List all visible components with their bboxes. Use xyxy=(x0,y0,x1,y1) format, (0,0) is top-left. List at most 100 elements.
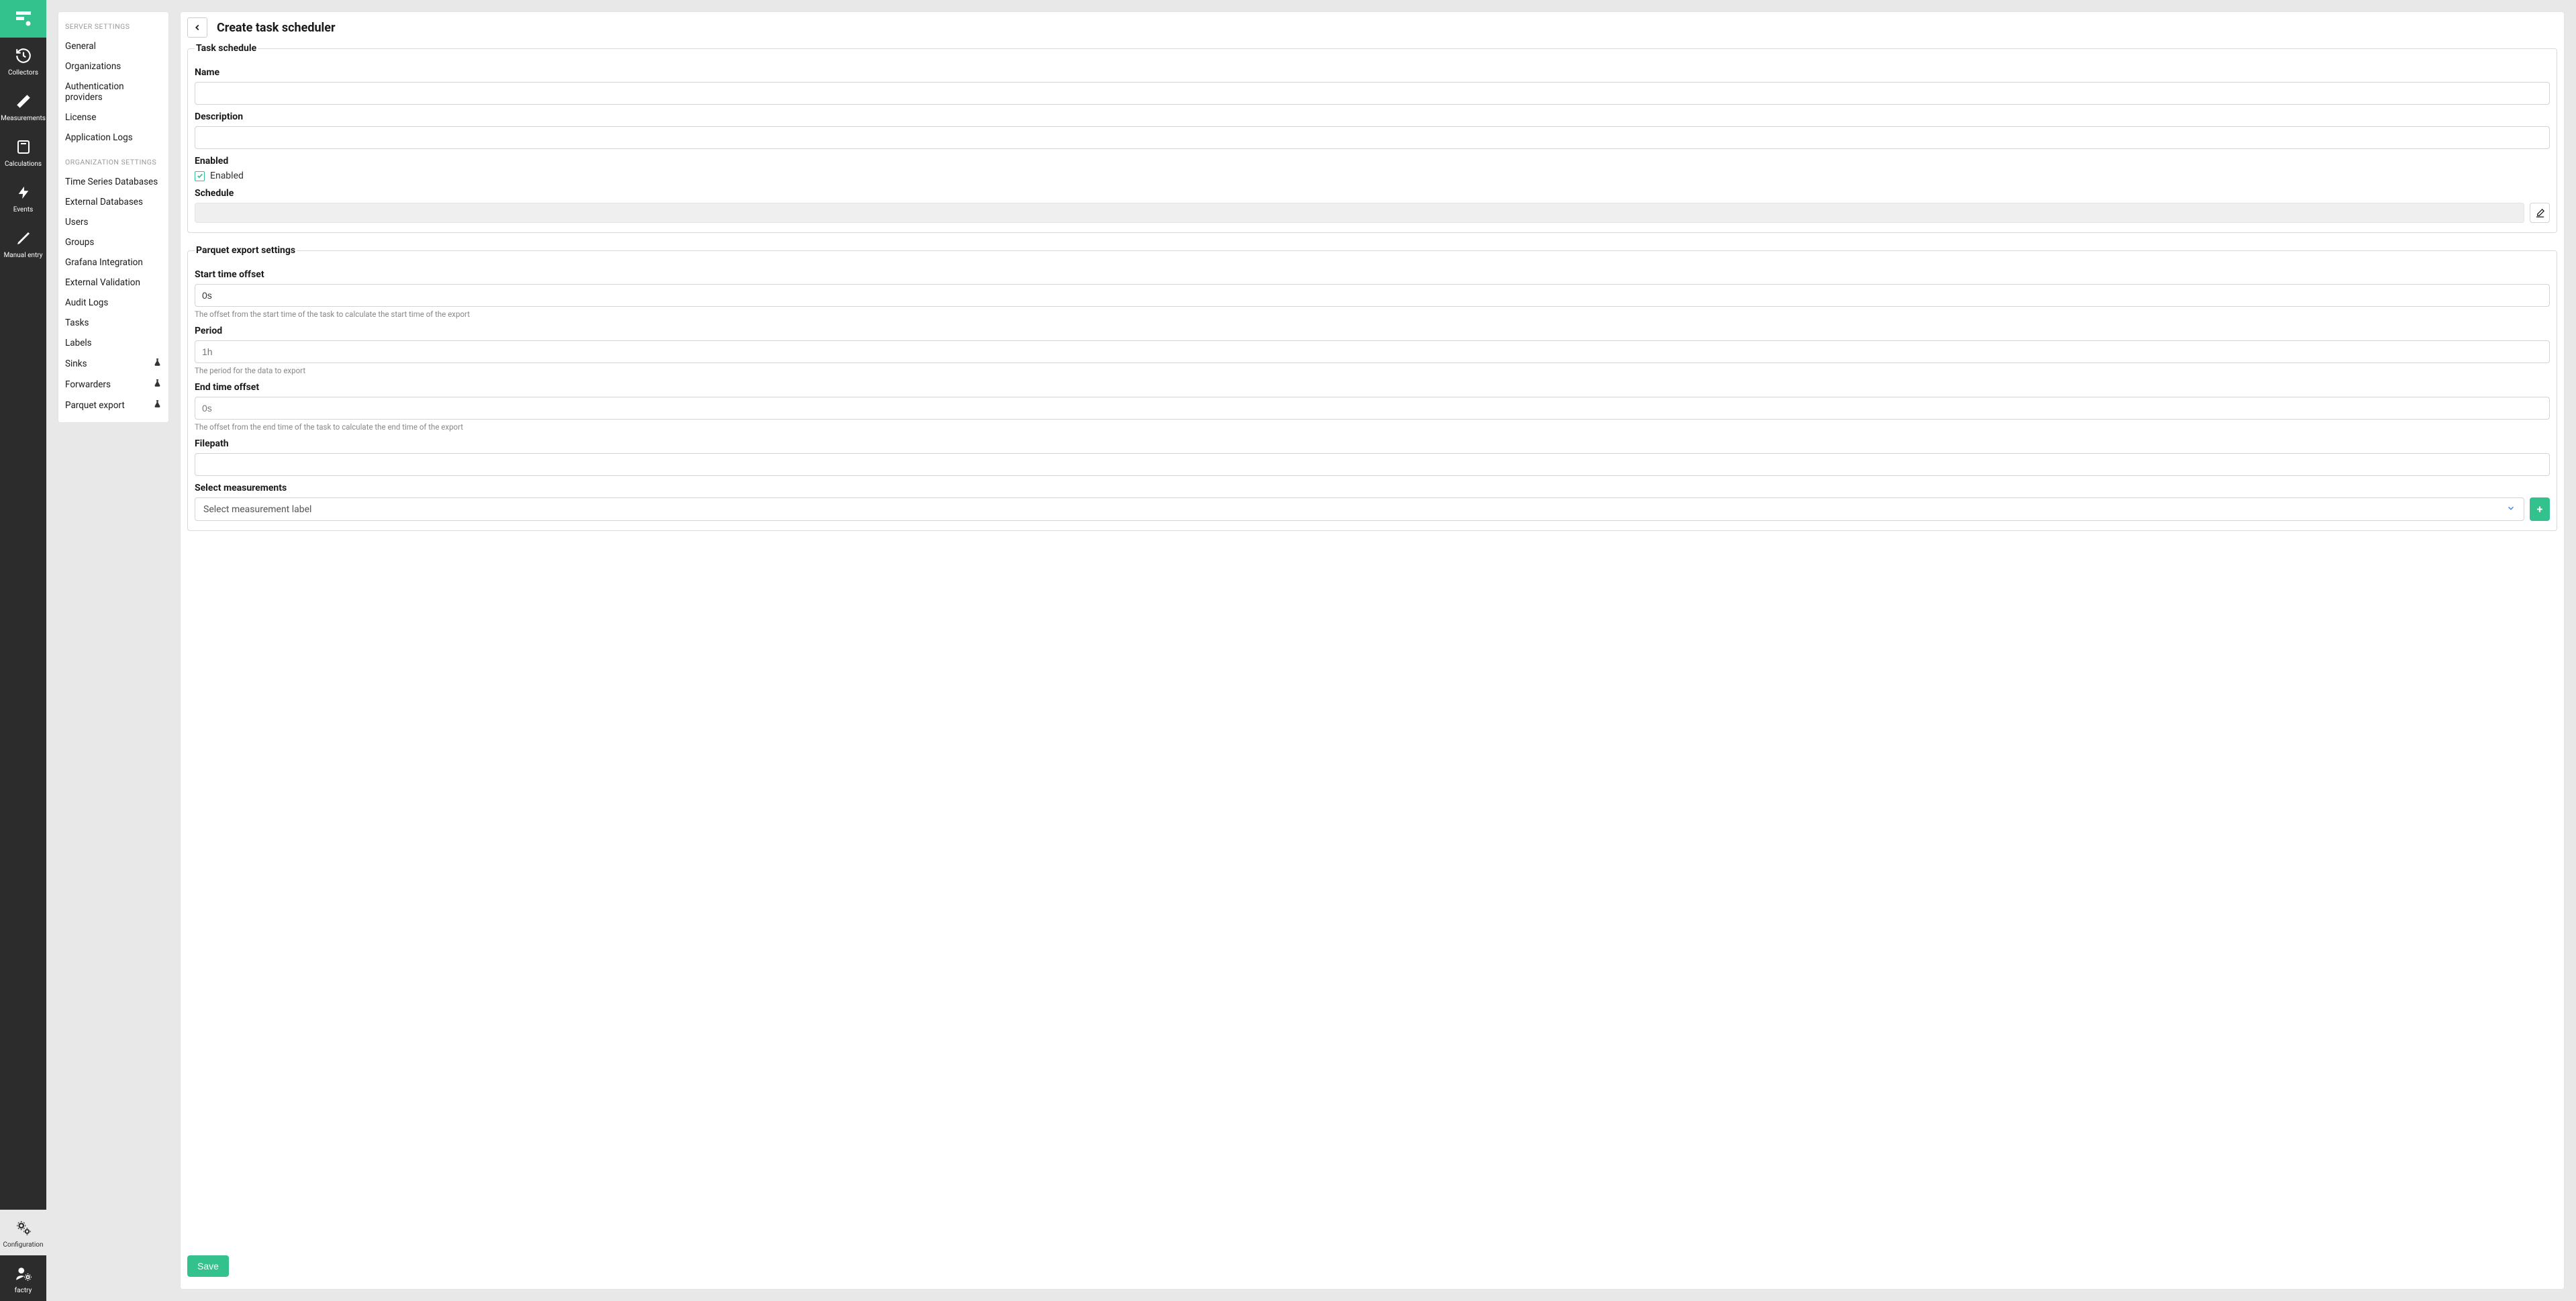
description-label: Description xyxy=(195,111,2550,122)
flask-icon xyxy=(153,358,162,369)
nav-collectors[interactable]: Collectors xyxy=(0,38,46,83)
sidebar-item-label: Labels xyxy=(65,338,92,348)
app-logo[interactable] xyxy=(0,0,46,38)
sidebar-item-users[interactable]: Users xyxy=(58,212,168,232)
sidebar-item-general[interactable]: General xyxy=(58,36,168,56)
sidebar-item-label: License xyxy=(65,112,96,123)
sidebar-item-label: Grafana Integration xyxy=(65,257,143,268)
sidebar-item-authentication-providers[interactable]: Authentication providers xyxy=(58,77,168,107)
sidebar-item-organizations[interactable]: Organizations xyxy=(58,56,168,77)
select-measurements-label: Select measurements xyxy=(195,483,2550,493)
page-title: Create task scheduler xyxy=(217,21,336,35)
sidebar-item-label: External Databases xyxy=(65,197,143,207)
name-label: Name xyxy=(195,67,2550,78)
start-offset-input[interactable] xyxy=(195,284,2550,307)
nav-events[interactable]: Events xyxy=(0,175,46,220)
sidebar-item-label: Sinks xyxy=(65,358,87,369)
nav-label: Manual entry xyxy=(4,252,43,259)
ruler-icon xyxy=(15,92,32,111)
task-schedule-legend: Task schedule xyxy=(195,43,258,54)
org-settings-header: ORGANIZATION SETTINGS xyxy=(58,148,168,172)
plus-icon: + xyxy=(2537,503,2543,516)
pencil-icon xyxy=(15,229,32,248)
sidebar-item-label: Authentication providers xyxy=(65,81,162,103)
calculator-icon xyxy=(15,138,32,156)
description-input[interactable] xyxy=(195,126,2550,149)
chevron-left-icon xyxy=(193,23,202,32)
period-help: The period for the data to export xyxy=(195,366,2550,375)
sidebar-item-external-validation[interactable]: External Validation xyxy=(58,273,168,293)
sidebar-item-label: Users xyxy=(65,217,88,228)
history-icon xyxy=(15,46,32,65)
select-placeholder: Select measurement label xyxy=(203,504,311,515)
name-input[interactable] xyxy=(195,82,2550,105)
nav-configuration[interactable]: Configuration xyxy=(0,1210,46,1255)
edit-schedule-button[interactable] xyxy=(2530,203,2550,223)
nav-label: Configuration xyxy=(3,1241,44,1249)
measurements-select[interactable]: Select measurement label xyxy=(195,497,2524,521)
filepath-input[interactable] xyxy=(195,453,2550,476)
sidebar-item-label: Application Logs xyxy=(65,132,133,143)
sidebar-item-label: Organizations xyxy=(65,61,121,72)
settings-sidebar: SERVER SETTINGS General Organizations Au… xyxy=(58,12,168,422)
parquet-settings-fieldset: Parquet export settings Start time offse… xyxy=(187,245,2557,531)
sidebar-item-label: Time Series Databases xyxy=(65,177,158,187)
start-offset-help: The offset from the start time of the ta… xyxy=(195,309,2550,319)
enabled-label: Enabled xyxy=(195,156,2550,166)
sidebar-item-labels[interactable]: Labels xyxy=(58,333,168,353)
sidebar-item-label: Groups xyxy=(65,237,94,248)
logo-icon xyxy=(13,9,34,29)
nav-measurements[interactable]: Measurements xyxy=(0,83,46,129)
sidebar-item-tasks[interactable]: Tasks xyxy=(58,313,168,333)
sidebar-item-label: External Validation xyxy=(65,277,140,288)
sidebar-item-tsdb[interactable]: Time Series Databases xyxy=(58,172,168,192)
nav-label: Measurements xyxy=(1,115,46,122)
period-label: Period xyxy=(195,326,2550,336)
icon-nav: Collectors Measurements Calculations Eve… xyxy=(0,0,46,1301)
nav-manual-entry[interactable]: Manual entry xyxy=(0,220,46,266)
end-offset-input[interactable] xyxy=(195,397,2550,420)
add-measurement-button[interactable]: + xyxy=(2530,497,2550,521)
main-card: Create task scheduler Task schedule Name… xyxy=(181,12,2564,1289)
server-settings-header: SERVER SETTINGS xyxy=(58,12,168,36)
task-schedule-fieldset: Task schedule Name Description Enabled xyxy=(187,43,2557,233)
enabled-checkbox[interactable] xyxy=(195,171,205,181)
start-offset-label: Start time offset xyxy=(195,269,2550,280)
enabled-checkbox-label: Enabled xyxy=(210,171,244,181)
nav-label: Calculations xyxy=(5,160,42,168)
main-header: Create task scheduler xyxy=(181,12,2564,43)
sidebar-item-application-logs[interactable]: Application Logs xyxy=(58,128,168,148)
sidebar-item-sinks[interactable]: Sinks xyxy=(58,353,168,374)
period-input[interactable] xyxy=(195,340,2550,363)
user-gear-icon xyxy=(15,1264,32,1283)
sidebar-item-label: Audit Logs xyxy=(65,297,108,308)
nav-factry[interactable]: factry xyxy=(0,1255,46,1301)
sidebar-item-forwarders[interactable]: Forwarders xyxy=(58,374,168,395)
parquet-legend: Parquet export settings xyxy=(195,245,297,256)
nav-calculations[interactable]: Calculations xyxy=(0,129,46,175)
schedule-display xyxy=(195,203,2524,223)
sidebar-item-audit-logs[interactable]: Audit Logs xyxy=(58,293,168,313)
save-button[interactable]: Save xyxy=(187,1255,229,1277)
sidebar-item-external-databases[interactable]: External Databases xyxy=(58,192,168,212)
gears-icon xyxy=(15,1218,32,1237)
flask-icon xyxy=(153,399,162,411)
end-offset-label: End time offset xyxy=(195,382,2550,393)
sidebar-item-parquet-export[interactable]: Parquet export xyxy=(58,395,168,416)
sidebar-item-license[interactable]: License xyxy=(58,107,168,128)
sidebar-item-grafana[interactable]: Grafana Integration xyxy=(58,252,168,273)
nav-label: Collectors xyxy=(8,69,38,77)
end-offset-help: The offset from the end time of the task… xyxy=(195,422,2550,432)
check-icon xyxy=(197,173,203,179)
sidebar-item-groups[interactable]: Groups xyxy=(58,232,168,252)
sidebar-item-label: Tasks xyxy=(65,318,89,328)
sidebar-item-label: General xyxy=(65,41,96,52)
sidebar-item-label: Forwarders xyxy=(65,379,111,390)
flask-icon xyxy=(153,379,162,390)
bolt-icon xyxy=(16,183,31,202)
edit-icon xyxy=(2535,208,2545,218)
sidebar-item-label: Parquet export xyxy=(65,400,125,411)
back-button[interactable] xyxy=(187,17,207,38)
nav-label: factry xyxy=(15,1287,32,1294)
chevron-down-icon xyxy=(2506,503,2516,515)
